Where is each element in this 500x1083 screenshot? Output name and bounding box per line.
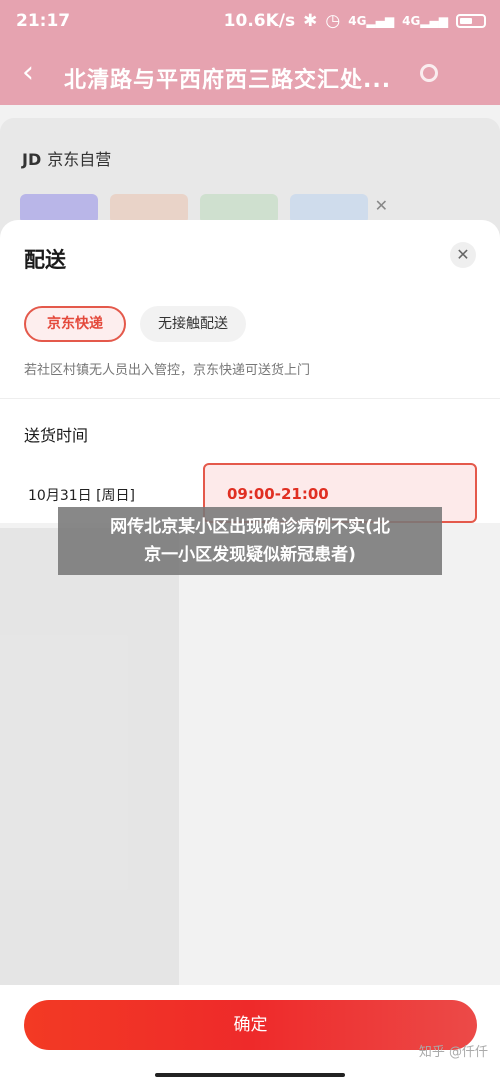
banner-line-1: 网传北京某小区出现确诊病例不实(北 [110, 517, 390, 537]
delivery-time-title: 送货时间 [24, 426, 89, 445]
status-bar: 21:17 10.6K/s ✱ ◷ 4G▂▄▆ 4G▂▄▆ [0, 0, 500, 44]
confirm-button[interactable]: 确定 [24, 1000, 477, 1050]
store-label: JD 京东自营 [22, 146, 111, 170]
location-icon[interactable] [420, 64, 438, 82]
home-indicator[interactable] [155, 1073, 345, 1077]
more-icon[interactable]: ✕ [375, 196, 388, 215]
watermark: 知乎 @仟仟 [418, 1045, 488, 1060]
banner-line-2: 京一小区发现疑似新冠患者) [144, 545, 356, 565]
nav-row: ‹ 北清路与平西府西三路交汇处... [0, 52, 500, 102]
signal-4g-icon: 4G▂▄▆ [402, 14, 448, 28]
close-icon[interactable]: ✕ [450, 242, 476, 268]
delivery-notice: 若社区村镇无人员出入管控，京东快递可送货上门 [24, 363, 311, 378]
alarm-icon: ◷ [325, 11, 341, 31]
divider [0, 398, 500, 399]
network-speed: 10.6K/s [223, 11, 296, 31]
option-contactless[interactable]: 无接触配送 [140, 306, 246, 342]
status-time: 21:17 [16, 11, 71, 31]
news-banner: 网传北京某小区出现确诊病例不实(北 京一小区发现疑似新冠患者) [58, 507, 442, 575]
date-label: 10月31日 [周日] [28, 488, 136, 504]
option-jd-express[interactable]: 京东快递 [24, 306, 126, 342]
back-icon[interactable]: ‹ [22, 56, 34, 90]
bluetooth-icon: ✱ [303, 11, 318, 31]
address-title[interactable]: 北清路与平西府西三路交汇处... [64, 62, 391, 94]
store-name: 京东自营 [47, 150, 112, 169]
jd-logo: JD [22, 150, 42, 169]
sheet-title: 配送 [24, 248, 66, 272]
signal-4g-icon: 4G▂▄▆ [348, 14, 395, 28]
status-icons: 10.6K/s ✱ ◷ 4G▂▄▆ 4G▂▄▆ [224, 11, 486, 31]
header-bar: 21:17 10.6K/s ✱ ◷ 4G▂▄▆ 4G▂▄▆ ‹ 北清路与平西府西… [0, 0, 500, 105]
footer: 确定 知乎 @仟仟 [0, 985, 500, 1083]
time-slot-label: 09:00-21:00 [227, 485, 329, 503]
battery-icon [456, 14, 486, 28]
